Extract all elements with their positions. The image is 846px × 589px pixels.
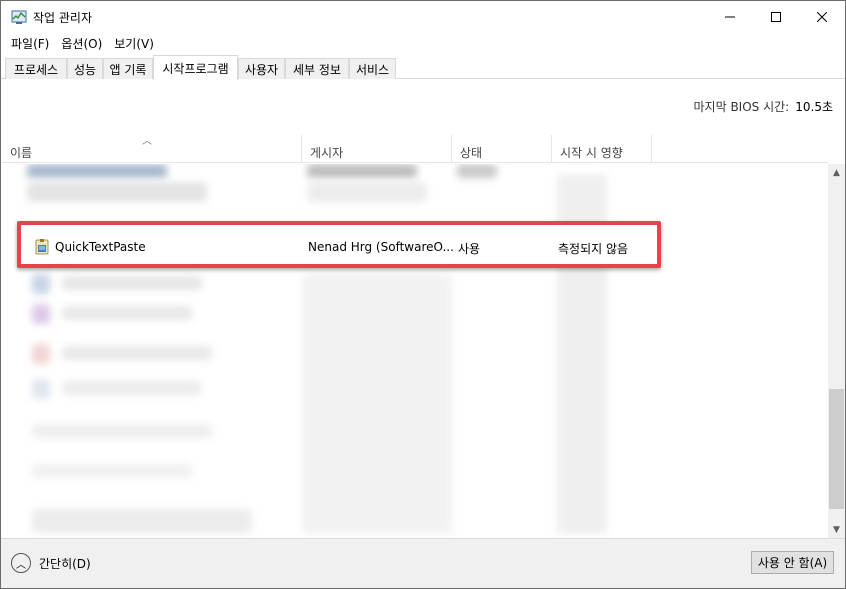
column-header: 이름 ︿ 게시자 상태 시작 시 영향 bbox=[2, 135, 828, 163]
tab-performance[interactable]: 성능 bbox=[67, 58, 103, 79]
task-manager-icon bbox=[11, 9, 27, 25]
blurred-row bbox=[62, 381, 202, 395]
scroll-thumb[interactable] bbox=[829, 389, 844, 509]
bios-time: 마지막 BIOS 시간: 10.5초 bbox=[694, 98, 833, 115]
window-title: 작업 관리자 bbox=[33, 10, 93, 25]
blurred-row bbox=[32, 509, 252, 533]
maximize-icon bbox=[771, 12, 781, 22]
menu-file[interactable]: 파일(F) bbox=[5, 35, 55, 52]
blurred-row bbox=[27, 164, 167, 178]
column-status[interactable]: 상태 bbox=[452, 135, 552, 163]
menu-bar: 파일(F) 옵션(O) 보기(V) bbox=[1, 33, 160, 53]
disable-button[interactable]: 사용 안 함(A) bbox=[751, 551, 834, 574]
blurred-row bbox=[32, 274, 50, 294]
title-bar: 작업 관리자 bbox=[1, 1, 845, 33]
menu-view[interactable]: 보기(V) bbox=[108, 35, 160, 52]
blurred-row bbox=[32, 424, 212, 438]
row-startup-impact: 측정되지 않음 bbox=[558, 242, 629, 256]
tab-app-history[interactable]: 앱 기록 bbox=[103, 58, 153, 79]
blurred-row bbox=[307, 182, 427, 202]
column-startup-impact[interactable]: 시작 시 영향 bbox=[552, 135, 652, 163]
scroll-up-icon[interactable]: ▲ bbox=[828, 164, 845, 181]
bios-time-label: 마지막 BIOS 시간: bbox=[693, 100, 790, 114]
tab-details[interactable]: 세부 정보 bbox=[285, 58, 349, 79]
blurred-row bbox=[302, 274, 452, 534]
column-name-label: 이름 bbox=[10, 146, 33, 160]
blurred-row bbox=[62, 306, 192, 320]
blurred-row bbox=[32, 304, 50, 324]
row-name: QuickTextPaste bbox=[55, 240, 146, 254]
tab-services[interactable]: 서비스 bbox=[349, 58, 396, 79]
blurred-row bbox=[32, 379, 50, 399]
minimize-icon bbox=[725, 16, 735, 18]
fewer-details-label: 간단히(D) bbox=[39, 556, 91, 571]
blurred-row bbox=[307, 164, 417, 178]
task-manager-window: 작업 관리자 파일(F) 옵션(O) 보기(V) 프로세스 성능 앱 기록 시작… bbox=[0, 0, 846, 589]
tab-startup[interactable]: 시작프로그램 bbox=[153, 55, 238, 80]
blurred-row bbox=[32, 344, 50, 364]
minimize-button[interactable] bbox=[707, 1, 753, 33]
footer: ︿ 간단히(D) 사용 안 함(A) bbox=[1, 538, 845, 588]
tab-users[interactable]: 사용자 bbox=[238, 58, 285, 79]
bios-time-value: 10.5초 bbox=[795, 100, 833, 114]
row-status: 사용 bbox=[458, 242, 481, 256]
blurred-row bbox=[62, 346, 212, 360]
tab-processes[interactable]: 프로세스 bbox=[5, 58, 67, 79]
fewer-details-button[interactable]: ︿ 간단히(D) bbox=[11, 553, 91, 573]
quicktextpaste-icon bbox=[34, 239, 50, 258]
column-name[interactable]: 이름 ︿ bbox=[2, 135, 302, 163]
vertical-scrollbar[interactable]: ▲ ▼ bbox=[828, 164, 845, 538]
scroll-down-icon[interactable]: ▼ bbox=[828, 521, 845, 538]
close-icon bbox=[817, 12, 827, 22]
blurred-row bbox=[27, 182, 207, 202]
blurred-row bbox=[457, 164, 497, 178]
sort-up-arrow-icon: ︿ bbox=[142, 136, 152, 147]
maximize-button[interactable] bbox=[753, 1, 799, 33]
blurred-row bbox=[32, 464, 192, 478]
chevron-up-circle-icon: ︿ bbox=[11, 553, 31, 573]
column-publisher[interactable]: 게시자 bbox=[302, 135, 452, 163]
tab-strip: 프로세스 성능 앱 기록 시작프로그램 사용자 세부 정보 서비스 bbox=[1, 55, 845, 80]
row-publisher: Nenad Hrg (SoftwareO... bbox=[308, 240, 454, 254]
menu-options[interactable]: 옵션(O) bbox=[55, 35, 108, 52]
close-button[interactable] bbox=[799, 1, 845, 33]
blurred-row bbox=[62, 276, 202, 290]
